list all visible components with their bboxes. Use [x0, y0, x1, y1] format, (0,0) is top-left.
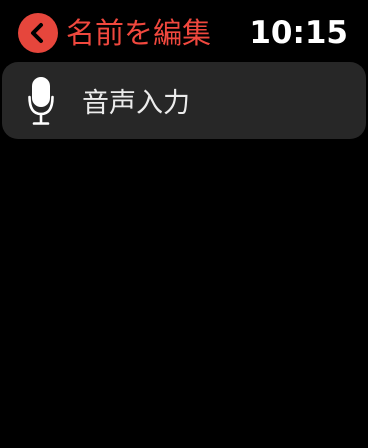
- back-button[interactable]: 名前を編集: [18, 13, 211, 53]
- chevron-left-icon: [31, 23, 43, 43]
- dictation-label: 音声入力: [82, 88, 190, 119]
- microphone-icon: [28, 76, 54, 125]
- back-chevron-circle[interactable]: [18, 13, 58, 53]
- back-label[interactable]: 名前を編集: [66, 13, 211, 53]
- dictation-cell[interactable]: 音声入力: [2, 62, 366, 139]
- clock-time: 10:15: [249, 15, 348, 51]
- status-bar: 名前を編集 10:15: [0, 0, 368, 60]
